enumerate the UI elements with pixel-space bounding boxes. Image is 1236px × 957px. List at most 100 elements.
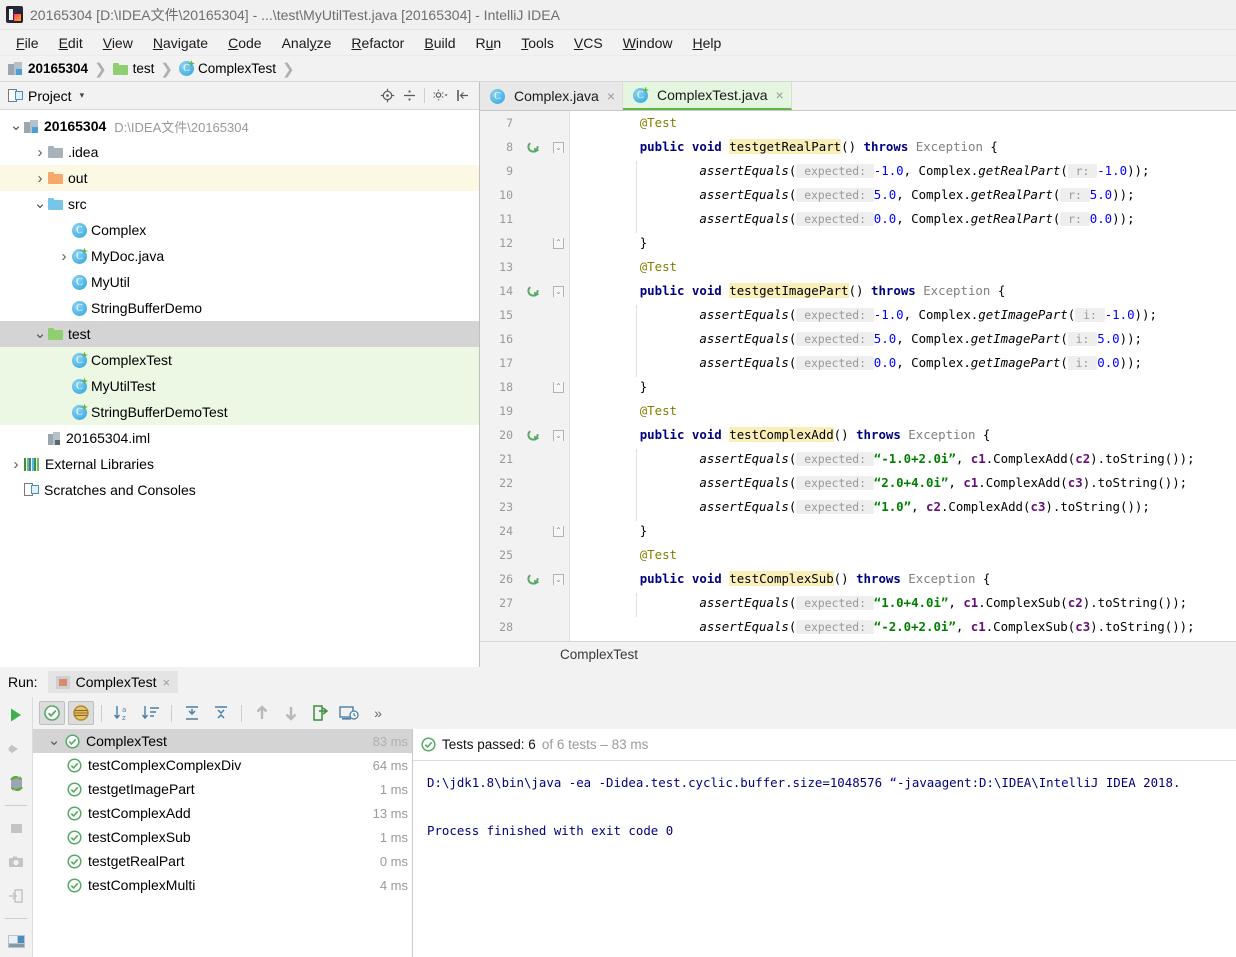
overflow-chevrons-icon[interactable]: » <box>365 701 391 725</box>
run-test-gutter-icon[interactable] <box>518 423 548 447</box>
locate-icon[interactable] <box>376 85 398 107</box>
chevron-right-icon[interactable]: › <box>32 170 48 187</box>
menu-tools[interactable]: Tools <box>511 33 564 53</box>
code-fold-marker[interactable]: ⌄ <box>548 279 569 303</box>
code-text[interactable]: @Test public void testgetRealPart() thro… <box>570 111 1236 667</box>
test-toolbar[interactable]: a z » <box>33 697 1236 729</box>
menu-file[interactable]: File <box>6 33 49 53</box>
code-fold-marker[interactable]: ⌃ <box>548 519 569 543</box>
close-icon[interactable]: × <box>776 87 784 103</box>
stop-icon[interactable] <box>4 816 28 840</box>
tree-node-stringbufferdemo[interactable]: C StringBufferDemo <box>0 295 479 321</box>
test-row-testcomplexadd[interactable]: testComplexAdd 13 ms <box>33 801 412 825</box>
sort-alphabetically-icon[interactable]: az <box>109 701 135 725</box>
chevron-down-icon[interactable]: ▾ <box>80 90 85 101</box>
export-icon[interactable] <box>4 884 28 908</box>
code-line[interactable]: assertEquals( expected: “1.0+4.0i”, c1.C… <box>580 591 1236 615</box>
tree-node-myutil[interactable]: C MyUtil <box>0 269 479 295</box>
code-line[interactable]: assertEquals( expected: 0.0, Complex.get… <box>580 351 1236 375</box>
console-output[interactable]: D:\jdk1.8\bin\java -ea -Didea.test.cycli… <box>413 761 1236 957</box>
tree-node-mydoc-java[interactable]: › C MyDoc.java <box>0 243 479 269</box>
show-passed-icon[interactable] <box>39 701 65 725</box>
rerun-failed-tests-icon[interactable] <box>4 737 28 761</box>
tree-node-external-libraries[interactable]: › External Libraries <box>0 451 479 477</box>
code-line[interactable]: public void testComplexAdd() throws Exce… <box>580 423 1236 447</box>
code-editor[interactable]: 7 8 9 10 11 12 13 14 15 16 17 18 19 20 21 22 23 24 25 26 27 2… <box>480 111 1236 667</box>
tree-node--idea[interactable]: › .idea <box>0 139 479 165</box>
code-line[interactable]: assertEquals( expected: “-1.0+2.0i”, c1.… <box>580 447 1236 471</box>
export-test-results-icon[interactable] <box>307 701 333 725</box>
code-line[interactable]: @Test <box>580 543 1236 567</box>
breadcrumb-item-20165304[interactable]: 20165304 <box>8 61 88 76</box>
test-row-testcomplexsub[interactable]: testComplexSub 1 ms <box>33 825 412 849</box>
tree-node-complextest[interactable]: C ComplexTest <box>0 347 479 373</box>
menu-refactor[interactable]: Refactor <box>341 33 414 53</box>
code-line[interactable]: @Test <box>580 255 1236 279</box>
code-line[interactable]: assertEquals( expected: 5.0, Complex.get… <box>580 327 1236 351</box>
rerun-icon[interactable] <box>4 703 28 727</box>
code-line[interactable]: assertEquals( expected: “-2.0+2.0i”, c1.… <box>580 615 1236 639</box>
chevron-down-icon[interactable]: ⌄ <box>8 118 24 133</box>
code-fold-marker[interactable]: ⌃ <box>548 231 569 255</box>
code-fold-marker[interactable]: ⌄ <box>548 567 569 591</box>
run-configuration-tab[interactable]: ComplexTest × <box>47 671 179 693</box>
close-icon[interactable]: × <box>163 675 171 690</box>
code-line[interactable]: public void testgetImagePart() throws Ex… <box>580 279 1236 303</box>
screenshot-icon[interactable] <box>4 850 28 874</box>
code-line[interactable]: assertEquals( expected: -1.0, Complex.ge… <box>580 159 1236 183</box>
test-row-testcomplexcomplexdiv[interactable]: testComplexComplexDiv 64 ms <box>33 753 412 777</box>
code-fold-marker[interactable]: ⌃ <box>548 375 569 399</box>
code-line[interactable]: @Test <box>580 111 1236 135</box>
menu-view[interactable]: View <box>93 33 143 53</box>
breadcrumb-item-complextest[interactable]: C ComplexTest <box>179 60 276 76</box>
chevron-down-icon[interactable]: ⌄ <box>32 326 48 341</box>
menu-build[interactable]: Build <box>414 33 465 53</box>
code-line[interactable]: assertEquals( expected: 0.0, Complex.get… <box>580 207 1236 231</box>
editor-tab-complextest-java[interactable]: C ComplexTest.java × <box>623 82 792 110</box>
chevron-down-icon[interactable]: ⌄ <box>32 196 48 211</box>
chevron-right-icon[interactable]: › <box>8 456 24 473</box>
collapse-all-icon[interactable] <box>208 701 234 725</box>
code-line[interactable]: assertEquals( expected: -1.0, Complex.ge… <box>580 303 1236 327</box>
show-console-icon[interactable] <box>4 929 28 953</box>
tree-node-20165304-iml[interactable]: 20165304.iml <box>0 425 479 451</box>
tree-node-scratches-and-consoles[interactable]: Scratches and Consoles <box>0 477 479 503</box>
code-line[interactable]: assertEquals( expected: 5.0, Complex.get… <box>580 183 1236 207</box>
menu-code[interactable]: Code <box>218 33 271 53</box>
menu-vcs[interactable]: VCS <box>564 33 613 53</box>
test-history-icon[interactable] <box>336 701 362 725</box>
tree-node-20165304[interactable]: ⌄ 20165304 D:\IDEA文件\20165304 <box>0 113 479 139</box>
code-line[interactable]: } <box>580 231 1236 255</box>
breadcrumb-item-test[interactable]: test <box>112 61 154 76</box>
code-folding-gutter[interactable]: ⌄ ⌃ ⌄ ⌃ ⌄ ⌃ ⌄ <box>548 111 570 667</box>
run-marker-gutter[interactable] <box>518 111 548 667</box>
menu-analyze[interactable]: Analyze <box>272 33 342 53</box>
show-ignored-icon[interactable] <box>68 701 94 725</box>
project-tree[interactable]: ⌄ 20165304 D:\IDEA文件\20165304 › .idea › out ⌄ sr… <box>0 110 479 667</box>
menu-navigate[interactable]: Navigate <box>143 33 218 53</box>
test-row-testgetimagepart[interactable]: testgetImagePart 1 ms <box>33 777 412 801</box>
run-test-gutter-icon[interactable] <box>518 135 548 159</box>
chevron-right-icon[interactable]: › <box>32 144 48 161</box>
menu-help[interactable]: Help <box>683 33 732 53</box>
chevron-right-icon[interactable]: › <box>56 248 72 265</box>
tree-node-complex[interactable]: C Complex <box>0 217 479 243</box>
close-icon[interactable]: × <box>607 88 615 104</box>
code-line[interactable]: assertEquals( expected: “2.0+4.0i”, c1.C… <box>580 471 1236 495</box>
expand-all-icon[interactable] <box>179 701 205 725</box>
expand-collapse-icon[interactable] <box>398 85 420 107</box>
code-line[interactable]: } <box>580 375 1236 399</box>
code-line[interactable]: public void testComplexSub() throws Exce… <box>580 567 1236 591</box>
test-row-complextest[interactable]: ⌄ ComplexTest 83 ms <box>33 729 412 753</box>
code-line[interactable]: @Test <box>580 399 1236 423</box>
hide-panel-icon[interactable] <box>451 85 473 107</box>
code-fold-marker[interactable]: ⌄ <box>548 423 569 447</box>
menu-edit[interactable]: Edit <box>49 33 93 53</box>
test-row-testcomplexmulti[interactable]: testComplexMulti 4 ms <box>33 873 412 897</box>
code-line[interactable]: public void testgetRealPart() throws Exc… <box>580 135 1236 159</box>
prev-failed-icon[interactable] <box>249 701 275 725</box>
run-test-gutter-icon[interactable] <box>518 279 548 303</box>
code-line[interactable]: } <box>580 519 1236 543</box>
menu-run[interactable]: Run <box>466 33 512 53</box>
settings-gear-icon[interactable] <box>429 85 451 107</box>
